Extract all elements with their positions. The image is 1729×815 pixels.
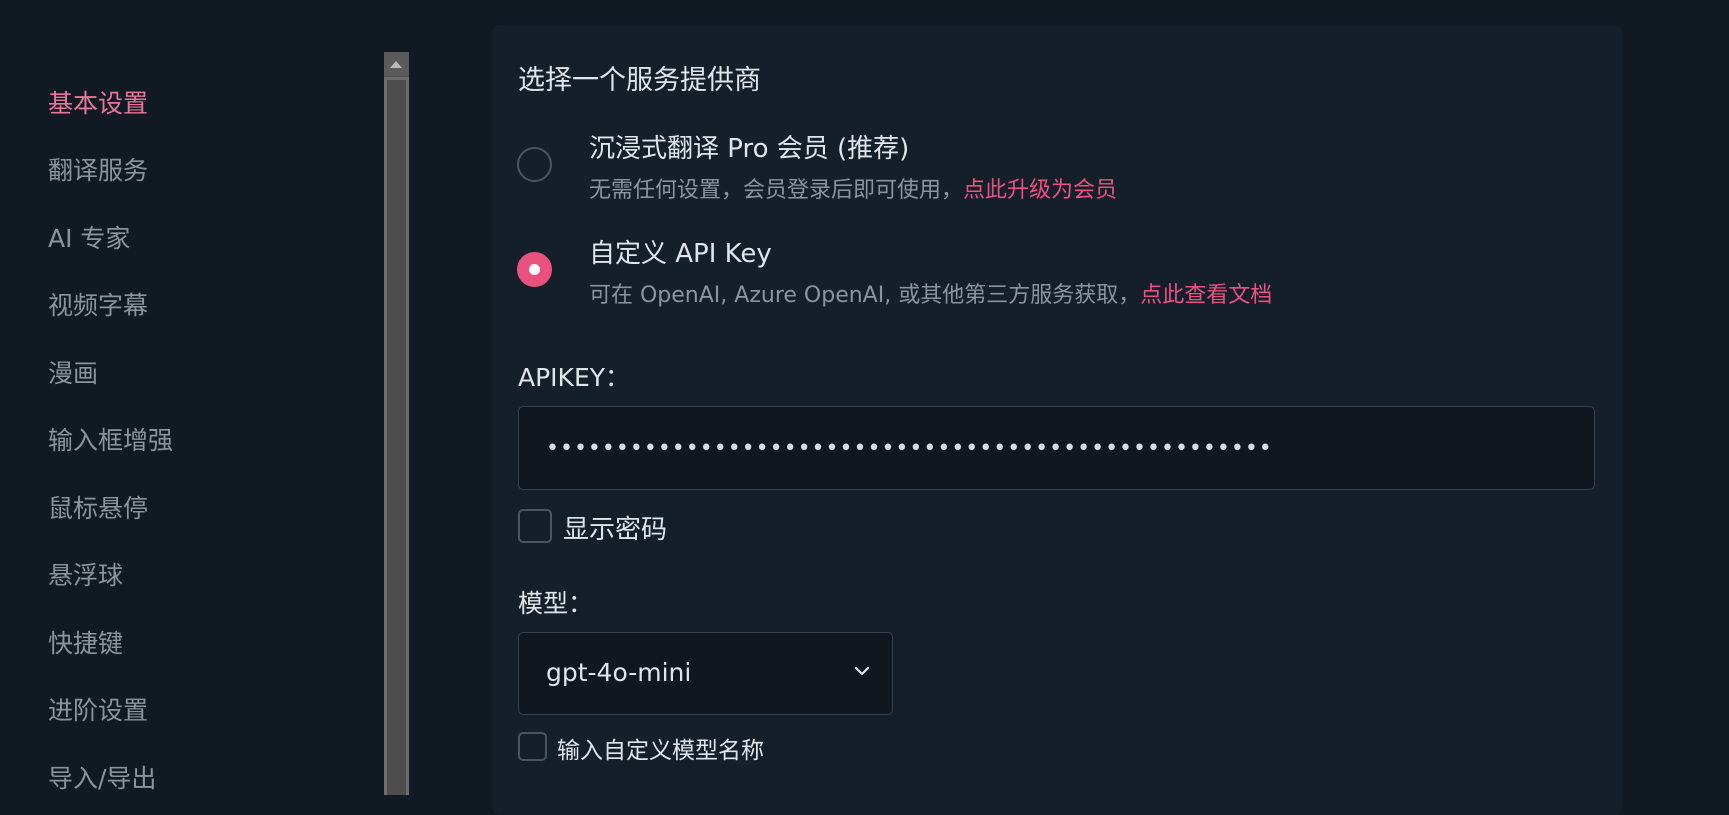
show-password-label[interactable]: 显示密码 xyxy=(563,509,667,546)
sidebar-item-translation-services[interactable]: 翻译服务 xyxy=(48,151,148,187)
custom-model-name-checkbox[interactable] xyxy=(518,732,547,761)
view-docs-link[interactable]: 点此查看文档 xyxy=(1140,283,1272,308)
option-pro-member-description: 无需任何设置，会员登录后即可使用，点此升级为会员 xyxy=(589,172,1117,204)
radio-custom-api-key[interactable] xyxy=(517,252,552,287)
scroll-up-arrow-icon[interactable] xyxy=(384,52,409,77)
radio-pro-member[interactable] xyxy=(517,147,552,182)
apikey-label: APIKEY： xyxy=(518,363,631,392)
apikey-input[interactable] xyxy=(518,406,1595,490)
show-password-checkbox[interactable] xyxy=(518,509,552,543)
upgrade-member-link[interactable]: 点此升级为会员 xyxy=(963,178,1117,203)
sidebar-item-basic-settings[interactable]: 基本设置 xyxy=(48,84,148,120)
sidebar-item-manga[interactable]: 漫画 xyxy=(48,354,98,390)
custom-model-name-label[interactable]: 输入自定义模型名称 xyxy=(557,731,764,765)
sidebar-nav: 基本设置 翻译服务 AI 专家 视频字幕 漫画 输入框增强 鼠标悬停 悬浮球 快… xyxy=(0,0,385,795)
option-custom-api-key-title: 自定义 API Key xyxy=(589,239,772,269)
option-custom-api-key-desc-text: 可在 OpenAI, Azure OpenAI, 或其他第三方服务获取， xyxy=(589,283,1141,308)
model-label: 模型： xyxy=(518,589,594,618)
option-pro-member-title: 沉浸式翻译 Pro 会员 (推荐) xyxy=(589,134,910,164)
provider-section-title: 选择一个服务提供商 xyxy=(518,65,761,96)
model-select[interactable]: gpt-4o-mini xyxy=(518,632,893,715)
sidebar-scrollbar[interactable] xyxy=(384,52,409,795)
chevron-down-icon xyxy=(854,666,870,676)
model-select-value: gpt-4o-mini xyxy=(546,658,692,687)
sidebar-item-import-export[interactable]: 导入/导出 xyxy=(48,759,156,795)
sidebar-item-input-enhance[interactable]: 输入框增强 xyxy=(48,421,173,457)
sidebar-item-shortcuts[interactable]: 快捷键 xyxy=(48,624,123,660)
sidebar-item-advanced-settings[interactable]: 进阶设置 xyxy=(48,691,148,727)
option-custom-api-key-description: 可在 OpenAI, Azure OpenAI, 或其他第三方服务获取，点此查看… xyxy=(589,277,1272,309)
sidebar-item-mouse-hover[interactable]: 鼠标悬停 xyxy=(48,489,148,525)
scrollbar-thumb[interactable] xyxy=(387,80,406,795)
sidebar-item-ai-experts[interactable]: AI 专家 xyxy=(48,219,130,255)
option-pro-member-desc-text: 无需任何设置，会员登录后即可使用， xyxy=(589,178,964,203)
sidebar-item-video-subtitles[interactable]: 视频字幕 xyxy=(48,286,148,322)
sidebar-item-floating-ball[interactable]: 悬浮球 xyxy=(48,556,123,592)
